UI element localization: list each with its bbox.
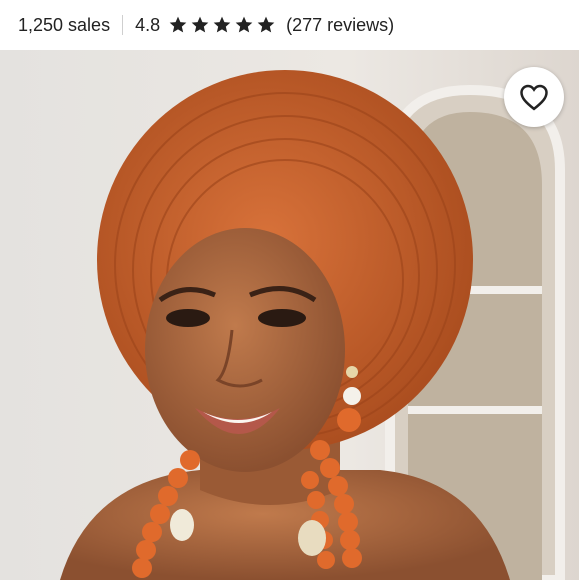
- star-rating[interactable]: [168, 15, 278, 35]
- favorite-button[interactable]: [504, 67, 564, 127]
- rating-value: 4.8: [135, 14, 161, 35]
- listing-stats-bar: 1,250 sales 4.8 (277 reviews): [0, 0, 579, 50]
- sales-count: 1,250 sales: [18, 14, 111, 35]
- star-icon: [235, 16, 253, 33]
- star-icon: [191, 16, 209, 33]
- star-icon: [169, 16, 187, 33]
- reviews-link[interactable]: (277 reviews): [286, 15, 394, 36]
- heart-icon: [520, 84, 548, 111]
- star-icon: [213, 16, 231, 33]
- star-icon: [257, 16, 275, 33]
- stats-divider: [122, 15, 124, 35]
- product-photo-illustration: [0, 50, 579, 580]
- product-image[interactable]: [0, 50, 579, 580]
